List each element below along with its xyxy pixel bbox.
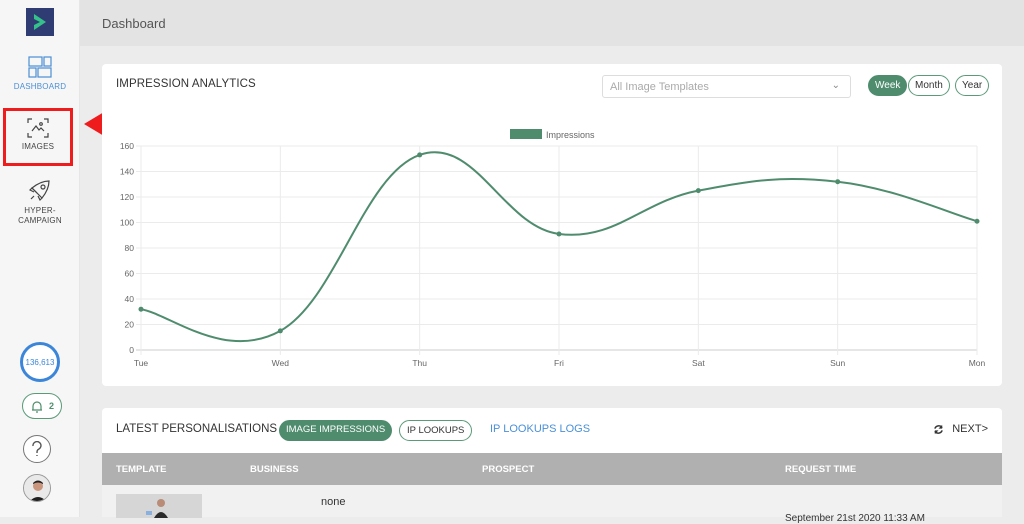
legend-swatch xyxy=(510,129,542,139)
x-tick-label: Thu xyxy=(412,358,427,368)
data-point xyxy=(835,179,841,185)
question-icon xyxy=(32,441,42,456)
impressions-line-chart: Impressions 0 20 40 60 80 100 120 140 160 Tue Wed Th… xyxy=(120,129,986,368)
analytics-title: IMPRESSION ANALYTICS xyxy=(116,78,256,90)
period-month-button[interactable]: Month xyxy=(908,75,950,96)
table-row[interactable]: none September 21st 2020 11:33 AM xyxy=(102,485,1002,524)
tab-image-impressions[interactable]: IMAGE IMPRESSIONS xyxy=(279,420,393,441)
column-header: REQUEST TIME xyxy=(785,464,857,475)
period-week-button[interactable]: Week xyxy=(868,75,908,96)
sidebar-item-hyper-campaign[interactable]: HYPER- CAMPAIGN xyxy=(0,178,80,226)
image-scan-icon xyxy=(27,118,49,138)
request-time-cell: September 21st 2020 11:33 AM xyxy=(785,513,925,524)
refresh-icon[interactable] xyxy=(933,424,944,435)
sidebar-item-images[interactable]: IMAGES xyxy=(3,108,73,166)
avatar-image xyxy=(24,475,50,501)
chevron-right-logo-icon xyxy=(34,14,46,30)
y-tick-label: 140 xyxy=(120,167,134,177)
rocket-icon xyxy=(28,180,50,202)
y-tick-label: 120 xyxy=(120,192,134,202)
sidebar-item-dashboard[interactable]: DASHBOARD xyxy=(0,56,80,91)
tab-ip-lookups[interactable]: IP LOOKUPS xyxy=(399,420,473,441)
y-tick-label: 20 xyxy=(125,320,135,330)
sidebar-item-label: DASHBOARD xyxy=(13,82,67,91)
y-tick-label: 60 xyxy=(125,269,135,279)
x-tick-label: Mon xyxy=(969,358,986,368)
app-logo[interactable] xyxy=(26,8,54,36)
sidebar-item-label: IMAGES xyxy=(21,142,55,151)
next-label: NEXT> xyxy=(952,423,988,435)
data-point xyxy=(138,306,144,312)
data-point xyxy=(556,231,562,237)
y-tick-label: 80 xyxy=(125,243,135,253)
notifications-button[interactable]: 2 xyxy=(22,393,62,419)
sidebar-item-label: HYPER- xyxy=(24,206,56,215)
table-header: TEMPLATE BUSINESS PROSPECT REQUEST TIME xyxy=(102,453,1002,485)
template-thumbnail-image xyxy=(116,494,202,518)
page-title: Dashboard xyxy=(102,16,166,31)
sidebar-item-label: CAMPAIGN xyxy=(18,216,62,225)
y-tick-label: 40 xyxy=(125,294,135,304)
template-select[interactable]: All Image Templates ⌄ xyxy=(602,75,851,98)
y-tick-label: 160 xyxy=(120,141,134,151)
notification-count: 2 xyxy=(49,401,55,411)
data-point xyxy=(277,328,283,334)
data-point xyxy=(417,152,423,158)
x-tick-label: Sun xyxy=(830,358,845,368)
next-button[interactable]: NEXT> xyxy=(933,423,988,435)
dashboard-icon xyxy=(28,56,52,78)
x-tick-label: Wed xyxy=(272,358,290,368)
legend-label: Impressions xyxy=(546,130,595,140)
period-year-button[interactable]: Year xyxy=(955,75,990,96)
top-bar: Dashboard xyxy=(80,0,1024,46)
latest-title: LATEST PERSONALISATIONS xyxy=(116,423,278,435)
column-header: TEMPLATE xyxy=(116,464,167,475)
user-avatar[interactable] xyxy=(23,474,51,502)
data-point xyxy=(695,188,701,194)
chevron-down-icon: ⌄ xyxy=(831,80,840,91)
sidebar: DASHBOARD IMAGES HYPER- CAMPAIGN 136,613… xyxy=(0,0,80,517)
business-cell: none xyxy=(321,496,346,508)
x-tick-label: Tue xyxy=(134,358,149,368)
x-tick-label: Sat xyxy=(692,358,705,368)
template-select-placeholder: All Image Templates xyxy=(610,81,709,93)
template-thumbnail[interactable] xyxy=(116,494,202,518)
y-tick-label: 0 xyxy=(129,345,134,355)
x-tick-label: Fri xyxy=(554,358,564,368)
credits-badge[interactable]: 136,613 xyxy=(20,342,60,382)
column-header: BUSINESS xyxy=(250,464,299,475)
bell-icon xyxy=(32,400,42,413)
latest-personalisations-card: LATEST PERSONALISATIONS IMAGE IMPRESSION… xyxy=(102,408,1002,524)
data-point xyxy=(974,218,980,224)
ip-lookups-logs-link[interactable]: IP LOOKUPS LOGS xyxy=(490,423,590,444)
help-button[interactable] xyxy=(23,435,51,463)
y-tick-label: 100 xyxy=(120,218,134,228)
column-header: PROSPECT xyxy=(482,464,535,475)
